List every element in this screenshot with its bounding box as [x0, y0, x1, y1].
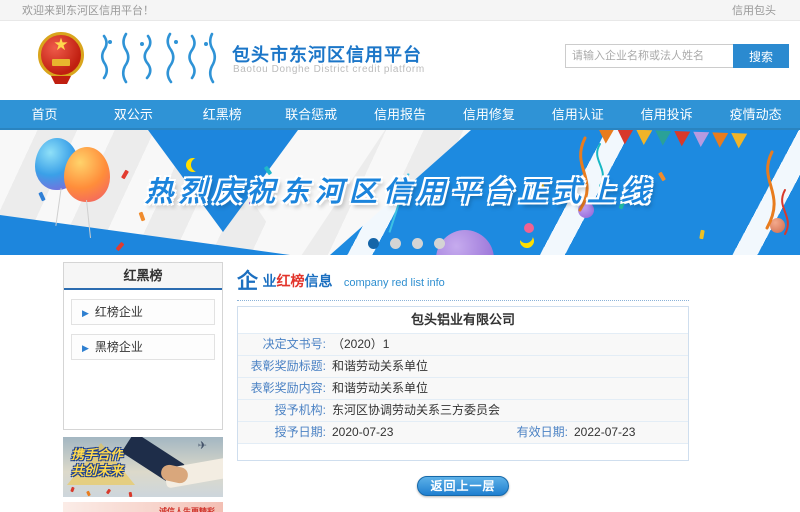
ball-pink [524, 223, 534, 233]
row-value: 和谐劳动关系单位 [326, 356, 428, 377]
header: ★ 包头市东河区信用平台 Baotou Donghe District cred… [0, 21, 800, 100]
nav-item-credit-certification[interactable]: 信用认证 [533, 100, 622, 130]
nav-item-credit-report[interactable]: 信用报告 [356, 100, 445, 130]
confetti [106, 489, 111, 495]
sidebar-item-red-list-companies[interactable]: ▶ 红榜企业 [71, 299, 215, 325]
sidebar-item-label: 红榜企业 [95, 305, 143, 319]
row-value: 和谐劳动关系单位 [326, 378, 428, 399]
back-button[interactable]: 返回上一层 [417, 476, 509, 496]
row-value: 东河区协调劳动关系三方委员会 [326, 400, 500, 421]
search-button[interactable]: 搜索 [733, 44, 789, 68]
empty-row [238, 443, 688, 460]
national-emblem-logo: ★ [38, 32, 86, 88]
table-row: 授予机构: 东河区协调劳动关系三方委员会 [238, 399, 688, 421]
section-title-tail: 信息 [304, 273, 332, 289]
search-input[interactable] [565, 44, 737, 68]
section-title-part: 业 [262, 273, 276, 289]
confetti [70, 487, 75, 493]
banner-headline: 热烈庆祝东河区信用平台正式上线 [145, 170, 655, 210]
carousel-dot-4[interactable] [434, 238, 445, 249]
arrow-icon: ▶ [82, 343, 89, 353]
record-detail-table: 包头铝业有限公司 决定文书号: （2020）1 表彰奖励标题: 和谐劳动关系单位… [237, 306, 689, 461]
table-row: 决定文书号: （2020）1 [238, 333, 688, 355]
row-label: 授予机构: [238, 400, 326, 421]
promo-banner-integrity[interactable]: 诚信人生更精彩 [63, 502, 223, 512]
emblem-ribbon [51, 76, 71, 84]
promo-integrity-text: 诚信人生更精彩 [159, 506, 215, 512]
row-label: 表彰奖励标题: [238, 356, 326, 377]
main-nav: 首页 双公示 红黑榜 联合惩戒 信用报告 信用修复 信用认证 信用投诉 疫情动态 [0, 100, 800, 130]
nav-item-double-publicity[interactable]: 双公示 [89, 100, 178, 130]
row-value: （2020）1 [326, 334, 389, 355]
promo-banner-handshake[interactable]: ✈ 携手合作 共创未来 [63, 437, 223, 497]
welcome-text: 欢迎来到东河区信用平台！ [22, 2, 154, 18]
carousel-dot-2[interactable] [390, 238, 401, 249]
confetti [86, 491, 91, 497]
page: 欢迎来到东河区信用平台！ 信用包头 ★ 包头市东河区信用平台 [0, 0, 800, 512]
carousel-dot-3[interactable] [412, 238, 423, 249]
row-label: 表彰奖励内容: [238, 378, 326, 399]
confetti [129, 492, 133, 497]
airplane-icon: ✈ [198, 439, 207, 452]
sidebar-title: 红黑榜 [64, 263, 222, 290]
sidebar-item-label: 黑榜企业 [95, 340, 143, 354]
company-name-row: 包头铝业有限公司 [238, 307, 688, 333]
section-title: 企 业红榜信息 company red list info [237, 265, 689, 301]
arrow-icon: ▶ [82, 308, 89, 318]
nav-item-red-black-list[interactable]: 红黑榜 [178, 100, 267, 130]
emblem-gate [52, 59, 70, 66]
topbar: 欢迎来到东河区信用平台！ 信用包头 [0, 0, 800, 21]
nav-item-credit-repair[interactable]: 信用修复 [444, 100, 533, 130]
emblem-star-icon: ★ [38, 35, 84, 55]
red-black-list-box: 红黑榜 ▶ 红榜企业 ▶ 黑榜企业 [63, 262, 223, 430]
nav-item-joint-punishment[interactable]: 联合惩戒 [267, 100, 356, 130]
nav-item-home[interactable]: 首页 [0, 100, 89, 130]
content-area: 红黑榜 ▶红榜企业 ▶黑榜企业 ✈ 携手合作 共创未来 [0, 255, 800, 512]
company-name: 包头铝业有限公司 [411, 307, 515, 333]
site-subtitle: Baotou Donghe District credit platform [233, 64, 425, 75]
main-panel: 企 业红榜信息 company red list info 包头铝业有限公司 决… [237, 265, 689, 496]
sidebar-item-black-list-companies[interactable]: ▶ 黑榜企业 [71, 334, 215, 360]
section-title-big-char: 企 [237, 270, 258, 293]
section-title-red: 红榜 [276, 273, 304, 289]
sidebar: 红黑榜 ▶ 红榜企业 ▶ 黑榜企业 ✈ 携手合作 共创未来 [63, 262, 223, 512]
carousel-dots [368, 238, 445, 249]
section-title-en: company red list info [344, 277, 445, 289]
table-row: 表彰奖励标题: 和谐劳动关系单位 [238, 355, 688, 377]
date-row: 授予日期: 2020-07-23 有效日期: 2022-07-23 [238, 421, 688, 443]
row-label: 决定文书号: [238, 334, 326, 355]
table-row: 表彰奖励内容: 和谐劳动关系单位 [238, 377, 688, 399]
valid-date-label: 有效日期: [498, 422, 568, 443]
grant-date-value: 2020-07-23 [326, 422, 498, 443]
valid-date-value: 2022-07-23 [568, 422, 635, 443]
hero-banner[interactable]: 热烈庆祝东河区信用平台正式上线 [0, 130, 800, 255]
nav-item-credit-complaint[interactable]: 信用投诉 [622, 100, 711, 130]
promo-handshake-text: 携手合作 共创未来 [71, 447, 123, 479]
balloon-orange [64, 147, 110, 202]
grant-date-label: 授予日期: [238, 422, 326, 443]
mongolian-script-decoration [96, 32, 220, 90]
credit-baotou-link[interactable]: 信用包头 [732, 2, 776, 18]
carousel-dot-1[interactable] [368, 238, 379, 249]
nav-item-epidemic-news[interactable]: 疫情动态 [711, 100, 800, 130]
